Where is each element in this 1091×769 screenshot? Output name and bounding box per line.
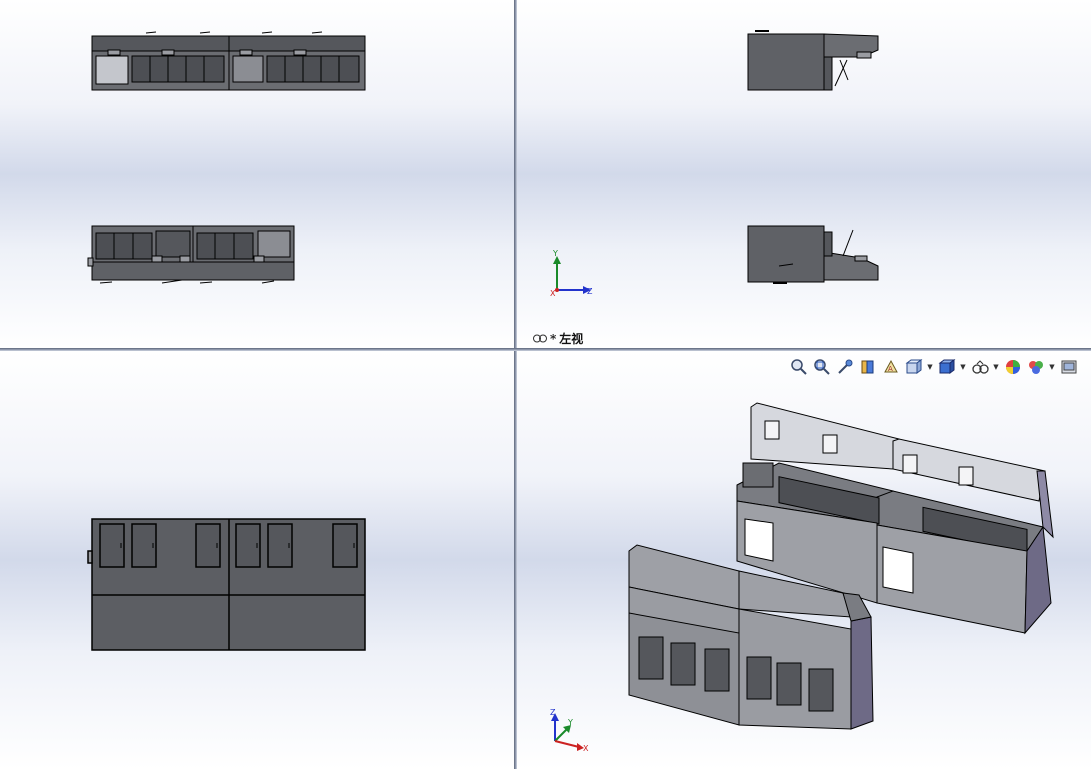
viewport-isometric-view[interactable]: A ▼ ▼ ▼ ▼ Z Y X (517, 351, 1091, 769)
assembly-top-projection (91, 31, 366, 91)
triad-iso-y-label: Y (567, 718, 573, 727)
viewport-splitter-horizontal[interactable] (0, 348, 1091, 351)
viewport-splitter-vertical[interactable] (514, 0, 517, 769)
model-left-view[interactable]: Y Z X (517, 0, 1091, 348)
triad-x-label: X (550, 289, 556, 298)
assembly-top-projection-front (87, 225, 295, 284)
view-name-text: 左视 (559, 332, 584, 346)
viewport-top-view[interactable] (0, 0, 514, 348)
view-name-label: * 左视 (533, 330, 583, 347)
viewport-left-view[interactable]: Y Z X * 左视 (517, 0, 1091, 348)
link-icon (533, 334, 547, 343)
assembly-side-projection-front (747, 225, 879, 284)
triad-y-label: Y (552, 249, 558, 258)
viewport-front-view[interactable] (0, 351, 514, 769)
axis-triad (553, 256, 591, 294)
view-name-prefix: * (550, 331, 557, 346)
triad-iso-x-label: X (583, 744, 589, 753)
model-isometric-view[interactable]: Z Y X (517, 351, 1091, 769)
triad-z-label: Z (587, 287, 593, 296)
assembly-front-projection (87, 518, 366, 651)
model-front-view[interactable] (0, 351, 514, 769)
triad-iso-z-label: Z (550, 708, 556, 717)
assembly-side-projection-back (747, 30, 879, 91)
model-top-view[interactable] (0, 0, 514, 348)
